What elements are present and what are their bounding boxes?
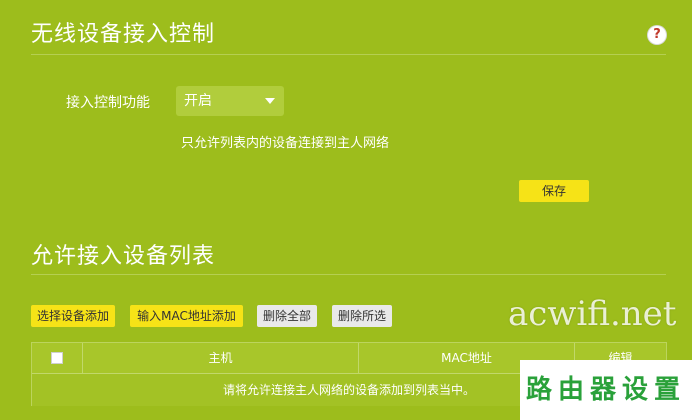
access-control-hint: 只允许列表内的设备连接到主人网络 bbox=[181, 136, 390, 151]
save-button[interactable]: 保存 bbox=[519, 180, 589, 202]
access-control-function-label: 接入控制功能 bbox=[66, 95, 150, 111]
select-all-checkbox[interactable] bbox=[51, 352, 63, 364]
select-device-add-button[interactable]: 选择设备添加 bbox=[31, 305, 115, 327]
access-control-function-value: 开启 bbox=[184, 93, 212, 109]
chevron-down-icon bbox=[265, 98, 275, 104]
delete-all-button[interactable]: 删除全部 bbox=[257, 305, 317, 327]
corner-badge: 路由器设置 bbox=[520, 360, 692, 420]
access-control-title: 无线设备接入控制 bbox=[31, 22, 216, 47]
select-all-header bbox=[32, 343, 83, 373]
device-list-title: 允许接入设备列表 bbox=[31, 244, 216, 269]
device-list-divider bbox=[31, 274, 666, 275]
watermark-text: acwifi.net bbox=[508, 294, 677, 334]
title-divider bbox=[31, 54, 666, 55]
help-icon[interactable]: ? bbox=[648, 26, 666, 44]
column-header-host: 主机 bbox=[83, 343, 359, 373]
access-control-function-select[interactable]: 开启 bbox=[176, 86, 284, 116]
delete-selected-button[interactable]: 删除所选 bbox=[332, 305, 392, 327]
input-mac-add-button[interactable]: 输入MAC地址添加 bbox=[130, 305, 243, 327]
